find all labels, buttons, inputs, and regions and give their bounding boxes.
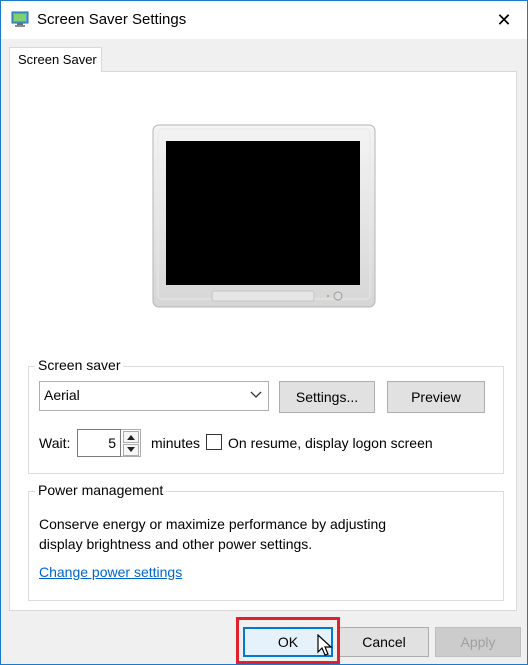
- power-description: Conserve energy or maximize performance …: [39, 514, 386, 554]
- spin-down-button[interactable]: [123, 444, 139, 456]
- spin-down-icon: [127, 447, 135, 452]
- screen-saver-group-label: Screen saver: [35, 357, 124, 373]
- change-power-settings-link[interactable]: Change power settings: [39, 564, 182, 580]
- wait-spinner: [121, 429, 141, 457]
- monitor-illustration: [152, 124, 376, 308]
- power-management-group: Power management Conserve energy or maxi…: [28, 482, 504, 601]
- preview-button[interactable]: Preview: [387, 381, 485, 413]
- wait-minutes-input[interactable]: 5: [77, 429, 121, 457]
- close-icon: ✕: [496, 9, 512, 30]
- spin-up-button[interactable]: [123, 431, 139, 443]
- settings-button[interactable]: Settings...: [279, 381, 375, 413]
- close-button[interactable]: ✕: [481, 1, 527, 39]
- apply-button[interactable]: Apply: [435, 627, 521, 657]
- spin-up-icon: [127, 435, 135, 440]
- power-description-line-2: display brightness and other power setti…: [39, 536, 313, 552]
- screen-saver-select[interactable]: Aerial: [39, 381, 269, 411]
- power-description-line-1: Conserve energy or maximize performance …: [39, 516, 387, 532]
- dialog-window: Screen Saver Settings ✕ Screen Saver Scr…: [0, 0, 528, 665]
- resume-logon-checkbox[interactable]: [206, 434, 222, 450]
- screen-saver-app-icon: [11, 11, 29, 27]
- tab-screen-saver[interactable]: Screen Saver: [9, 47, 102, 72]
- wait-label: Wait:: [39, 435, 71, 451]
- cancel-button[interactable]: Cancel: [339, 627, 429, 657]
- screen-saver-selected-value: Aerial: [44, 387, 80, 403]
- tab-panel: Screen saver Aerial Settings... Preview …: [9, 71, 517, 611]
- power-management-group-label: Power management: [35, 482, 167, 498]
- mouse-cursor-icon: [317, 634, 333, 656]
- chevron-down-icon: [250, 391, 262, 398]
- resume-logon-label[interactable]: On resume, display logon screen: [228, 435, 433, 451]
- title-bar: Screen Saver Settings ✕: [1, 1, 527, 39]
- screen-saver-group: Screen saver Aerial Settings... Preview …: [28, 357, 504, 474]
- minutes-label: minutes: [151, 435, 201, 451]
- window-title: Screen Saver Settings: [37, 11, 187, 28]
